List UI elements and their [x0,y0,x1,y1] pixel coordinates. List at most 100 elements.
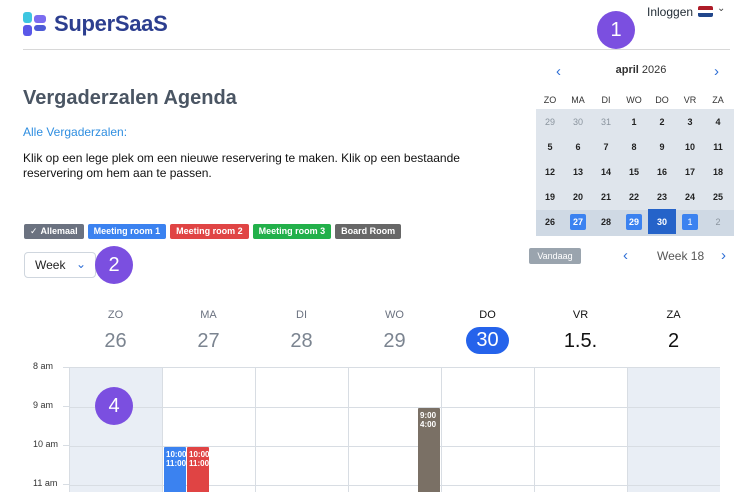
mini-calendar-day[interactable]: 4 [704,109,732,134]
header-divider [23,49,730,50]
login-link[interactable]: Inloggen [647,5,693,19]
day-column[interactable] [627,368,720,492]
time-label: 11 am [33,478,58,488]
filter-meeting-room-3[interactable]: Meeting room 3 [252,224,332,239]
dutch-flag-icon[interactable] [698,6,713,17]
day-column[interactable] [441,368,534,492]
mini-calendar-day[interactable]: 22 [620,184,648,209]
mini-calendar-dow: DO [655,95,669,105]
booking-event[interactable]: 10:00 11:00 [164,447,186,492]
mini-calendar-day[interactable]: 20 [564,184,592,209]
mini-calendar-day[interactable]: 10 [676,134,704,159]
mini-calendar-grid: 29 30 31 1 2 3 4 5 6 7 8 9 10 11 12 13 14 15 16 17 18 19 20 21 2… [536,109,734,236]
check-icon: ✓ [30,226,38,236]
instruction-text: Klik op een lege plek om een nieuwe rese… [23,151,460,180]
booking-event[interactable]: 10:00 11:00 [187,447,209,492]
filter-all[interactable]: ✓ Allemaal [24,224,84,239]
filter-meeting-room-1[interactable]: Meeting room 1 [87,224,167,239]
mini-calendar-day[interactable]: 11 [704,134,732,159]
mini-calendar-day[interactable]: 5 [536,134,564,159]
mini-calendar-day[interactable]: 31 [592,109,620,134]
mini-calendar-day[interactable]: 24 [676,184,704,209]
step-marker-1: 1 [597,11,635,49]
day-number: 30 [466,327,509,354]
booked-day-marker: 27 [570,213,586,230]
day-number: 2 [667,330,680,352]
mini-calendar-day[interactable]: 25 [704,184,732,209]
day-header[interactable]: DO 30 [441,309,534,359]
day-column[interactable] [255,368,348,492]
time-tick [63,445,69,446]
page-title: Vergaderzalen Agenda [23,87,237,109]
step-marker-4: 4 [95,387,133,425]
mini-calendar-day[interactable]: 1 [676,209,704,234]
day-header[interactable]: MA 27 [162,309,255,359]
filter-board-room[interactable]: Board Room [335,224,402,239]
step-marker-2: 2 [95,246,133,284]
mini-calendar-day[interactable]: 29 [536,109,564,134]
all-rooms-link[interactable]: Alle Vergaderzalen: [23,125,127,139]
event-end-time: 11:00 [189,459,209,468]
mini-calendar-day[interactable]: 30 [564,109,592,134]
language-chevron-down-icon[interactable]: ⌄ [717,3,725,14]
booking-event[interactable]: 9:00 4:00 [418,408,440,492]
mini-calendar-dow: ZO [543,95,557,105]
day-number: 28 [290,330,313,352]
mini-calendar-day[interactable]: 23 [648,184,676,209]
mini-calendar-day[interactable]: 6 [564,134,592,159]
mini-calendar-day[interactable]: 14 [592,159,620,184]
mini-calendar-day[interactable]: 19 [536,184,564,209]
filter-meeting-room-2[interactable]: Meeting room 2 [170,224,249,239]
prev-week-icon[interactable]: ‹ [623,247,628,264]
mini-calendar-day[interactable]: 17 [676,159,704,184]
supersaas-logo[interactable]: SuperSaaS [23,11,168,37]
mini-calendar-day[interactable]: 2 [648,109,676,134]
hour-gridline [69,407,720,408]
mini-calendar-day[interactable]: 7 [592,134,620,159]
mini-calendar-day[interactable]: 28 [592,209,620,234]
event-start-time: 10:00 [189,450,209,459]
mini-calendar-day[interactable]: 2 [704,209,732,234]
mini-calendar-dow: MA [571,95,585,105]
mini-calendar-day[interactable]: 3 [676,109,704,134]
week-label: Week 18 [657,249,705,263]
mini-calendar-day[interactable]: 12 [536,159,564,184]
mini-calendar-day[interactable]: 21 [592,184,620,209]
mini-calendar-month: april [615,64,639,76]
mini-calendar-day[interactable]: 18 [704,159,732,184]
view-mode-select[interactable]: Week ⌄ [24,252,96,278]
day-number: 26 [104,330,127,352]
event-end-time: 4:00 [420,420,437,429]
day-header[interactable]: DI 28 [255,309,348,359]
next-month-icon[interactable]: › [714,63,719,80]
week-grid[interactable]: 10:00 11:00 10:00 11:00 9:00 4:00 [69,367,720,492]
day-header[interactable]: WO 29 [348,309,441,359]
mini-calendar-dow: ZA [712,95,724,105]
mini-calendar-day[interactable]: 1 [620,109,648,134]
mini-calendar-day[interactable]: 27 [564,209,592,234]
day-column[interactable] [534,368,627,492]
day-header[interactable]: ZO 26 [69,309,162,359]
day-header[interactable]: VR 1.5. [534,309,627,359]
mini-calendar-day[interactable]: 30 [648,209,676,234]
today-button[interactable]: Vandaag [529,248,581,264]
logo-icon [23,12,47,36]
time-label: 8 am [33,361,54,371]
mini-calendar-day[interactable]: 9 [648,134,676,159]
mini-calendar-day[interactable]: 13 [564,159,592,184]
time-tick [63,406,69,407]
mini-calendar-day[interactable]: 26 [536,209,564,234]
next-week-icon[interactable]: › [721,247,726,264]
mini-calendar-day[interactable]: 29 [620,209,648,234]
time-label: 9 am [33,400,54,410]
day-header[interactable]: ZA 2 [627,309,720,359]
mini-calendar-day[interactable]: 15 [620,159,648,184]
mini-calendar-year: 2026 [641,64,667,76]
event-end-time: 11:00 [166,459,186,468]
day-of-week: DI [296,309,307,321]
mini-calendar-dow: WO [626,95,642,105]
mini-calendar-day[interactable]: 16 [648,159,676,184]
time-tick [63,484,69,485]
day-of-week: VR [572,309,589,321]
mini-calendar-day[interactable]: 8 [620,134,648,159]
